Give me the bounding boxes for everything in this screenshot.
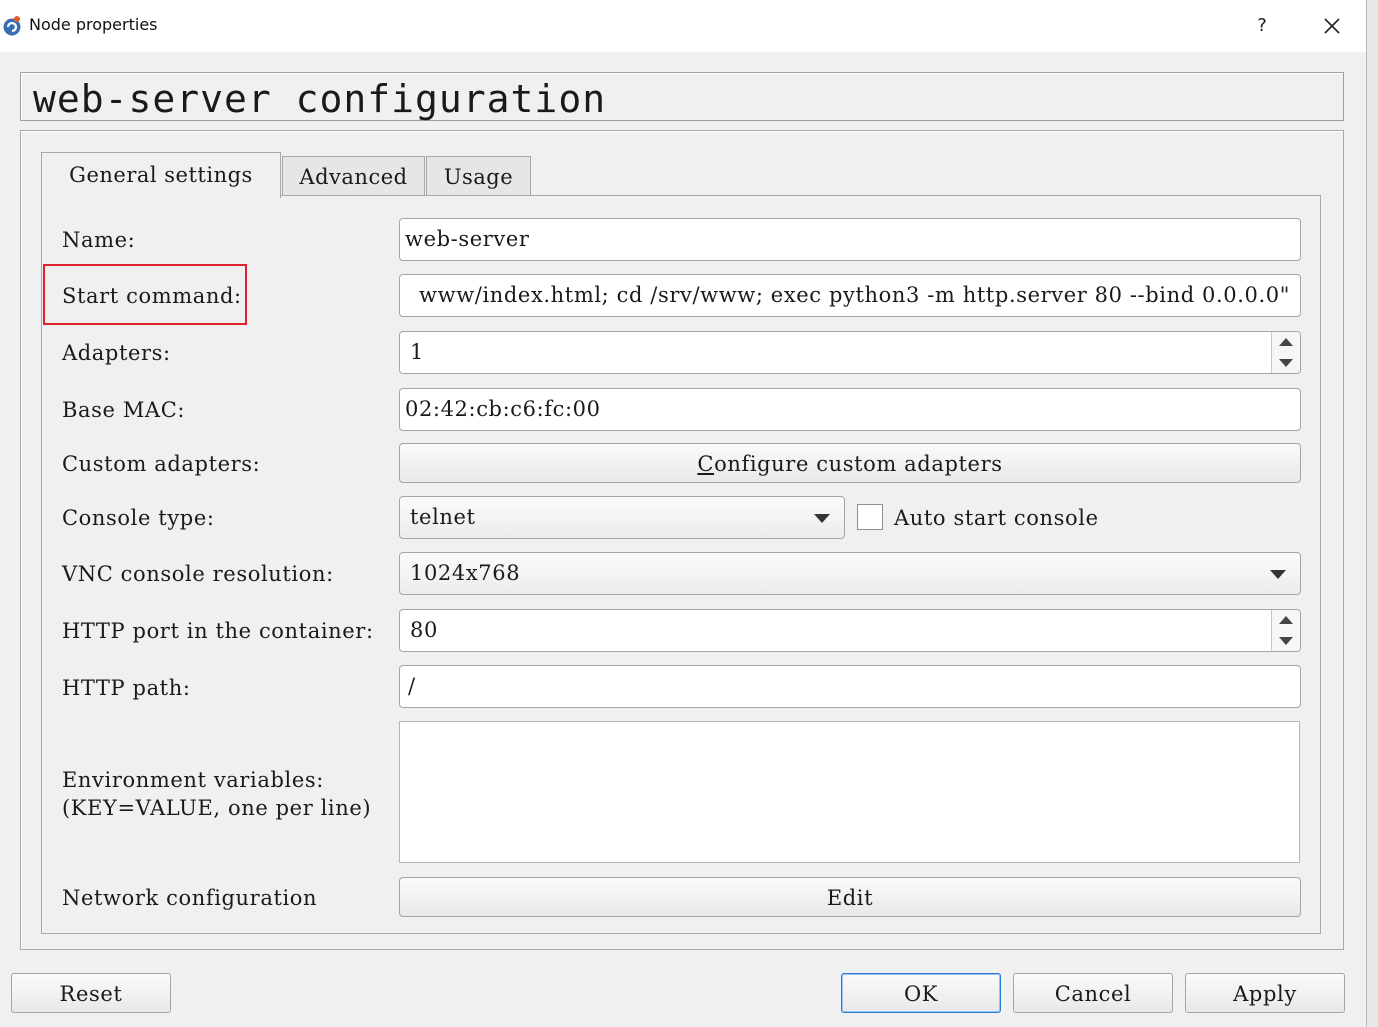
start-command-value: www/index.html; cd /srv/www; exec python… xyxy=(419,283,1290,307)
env-vars-hint: (KEY=VALUE, one per line) xyxy=(62,796,372,820)
http-path-label: HTTP path: xyxy=(62,676,191,700)
apply-button[interactable]: Apply xyxy=(1185,973,1345,1013)
http-path-value: / xyxy=(408,674,416,698)
console-type-label: Console type: xyxy=(62,506,215,530)
auto-start-console-checkbox[interactable] xyxy=(857,504,883,530)
start-command-label: Start command: xyxy=(62,284,242,308)
button-label-rest: onfigure custom adapters xyxy=(714,452,1003,476)
button-label: Edit xyxy=(826,886,874,910)
tab-advanced[interactable]: Advanced xyxy=(282,156,425,196)
chevron-down-icon[interactable] xyxy=(1279,359,1293,367)
start-command-input[interactable]: www/index.html; cd /srv/www; exec python… xyxy=(399,274,1301,317)
http-port-value: 80 xyxy=(410,618,438,642)
button-label: OK xyxy=(903,982,939,1006)
button-label: Reset xyxy=(59,982,123,1006)
console-type-value: telnet xyxy=(410,505,476,529)
adapters-stepper[interactable] xyxy=(1271,332,1300,373)
vnc-resolution-value: 1024x768 xyxy=(410,561,521,585)
adapters-label: Adapters: xyxy=(62,341,171,365)
close-icon[interactable] xyxy=(1314,8,1350,44)
tab-general-settings[interactable]: General settings xyxy=(41,152,281,198)
vnc-resolution-select[interactable]: 1024x768 xyxy=(399,552,1301,595)
adapters-spinbox[interactable]: 1 xyxy=(399,331,1301,374)
tab-label: Advanced xyxy=(299,165,408,189)
console-type-select[interactable]: telnet xyxy=(399,496,845,539)
cancel-button[interactable]: Cancel xyxy=(1013,973,1173,1013)
window-title: Node properties xyxy=(29,15,158,34)
chevron-down-icon xyxy=(1270,570,1286,579)
network-config-edit-button[interactable]: Edit xyxy=(399,877,1301,917)
adapters-value: 1 xyxy=(410,340,424,364)
name-value: web-server xyxy=(405,227,530,251)
help-button[interactable]: ? xyxy=(1247,10,1277,42)
tab-usage[interactable]: Usage xyxy=(426,156,531,196)
button-label: Apply xyxy=(1233,982,1297,1006)
name-input[interactable]: web-server xyxy=(399,218,1301,261)
mnemonic-letter: C xyxy=(697,452,715,476)
button-label: Cancel xyxy=(1054,982,1132,1006)
base-mac-input[interactable]: 02:42:cb:c6:fc:00 xyxy=(399,388,1301,431)
configuration-header: web-server configuration xyxy=(20,72,1344,121)
chevron-up-icon[interactable] xyxy=(1279,616,1293,624)
base-mac-label: Base MAC: xyxy=(62,398,186,422)
reset-button[interactable]: Reset xyxy=(11,973,171,1013)
http-path-input[interactable]: / xyxy=(399,665,1301,708)
chevron-down-icon xyxy=(814,514,830,523)
configure-custom-adapters-button[interactable]: Configure custom adapters xyxy=(399,443,1301,483)
env-vars-textarea[interactable] xyxy=(399,721,1300,863)
http-port-stepper[interactable] xyxy=(1271,610,1300,651)
network-config-label: Network configuration xyxy=(62,886,318,910)
custom-adapters-label: Custom adapters: xyxy=(62,452,261,476)
http-port-label: HTTP port in the container: xyxy=(62,619,374,643)
ok-button[interactable]: OK xyxy=(841,973,1001,1013)
title-bar: Node properties ? xyxy=(0,0,1366,52)
configuration-title: web-server configuration xyxy=(33,77,607,121)
tab-label: Usage xyxy=(443,165,514,189)
chevron-down-icon[interactable] xyxy=(1279,637,1293,645)
auto-start-console-label[interactable]: Auto start console xyxy=(894,506,1099,530)
button-label: Configure custom adapters xyxy=(400,452,1300,476)
tab-label: General settings xyxy=(69,163,253,187)
base-mac-value: 02:42:cb:c6:fc:00 xyxy=(405,397,601,421)
name-label: Name: xyxy=(62,228,136,252)
gns3-app-icon xyxy=(3,16,21,36)
chevron-up-icon[interactable] xyxy=(1279,338,1293,346)
env-vars-label: Environment variables: xyxy=(62,768,324,792)
node-properties-dialog: Node properties ? web-server configurati… xyxy=(0,0,1367,1027)
http-port-spinbox[interactable]: 80 xyxy=(399,609,1301,652)
background-app-strip xyxy=(1366,0,1378,1027)
vnc-resolution-label: VNC console resolution: xyxy=(62,562,334,586)
